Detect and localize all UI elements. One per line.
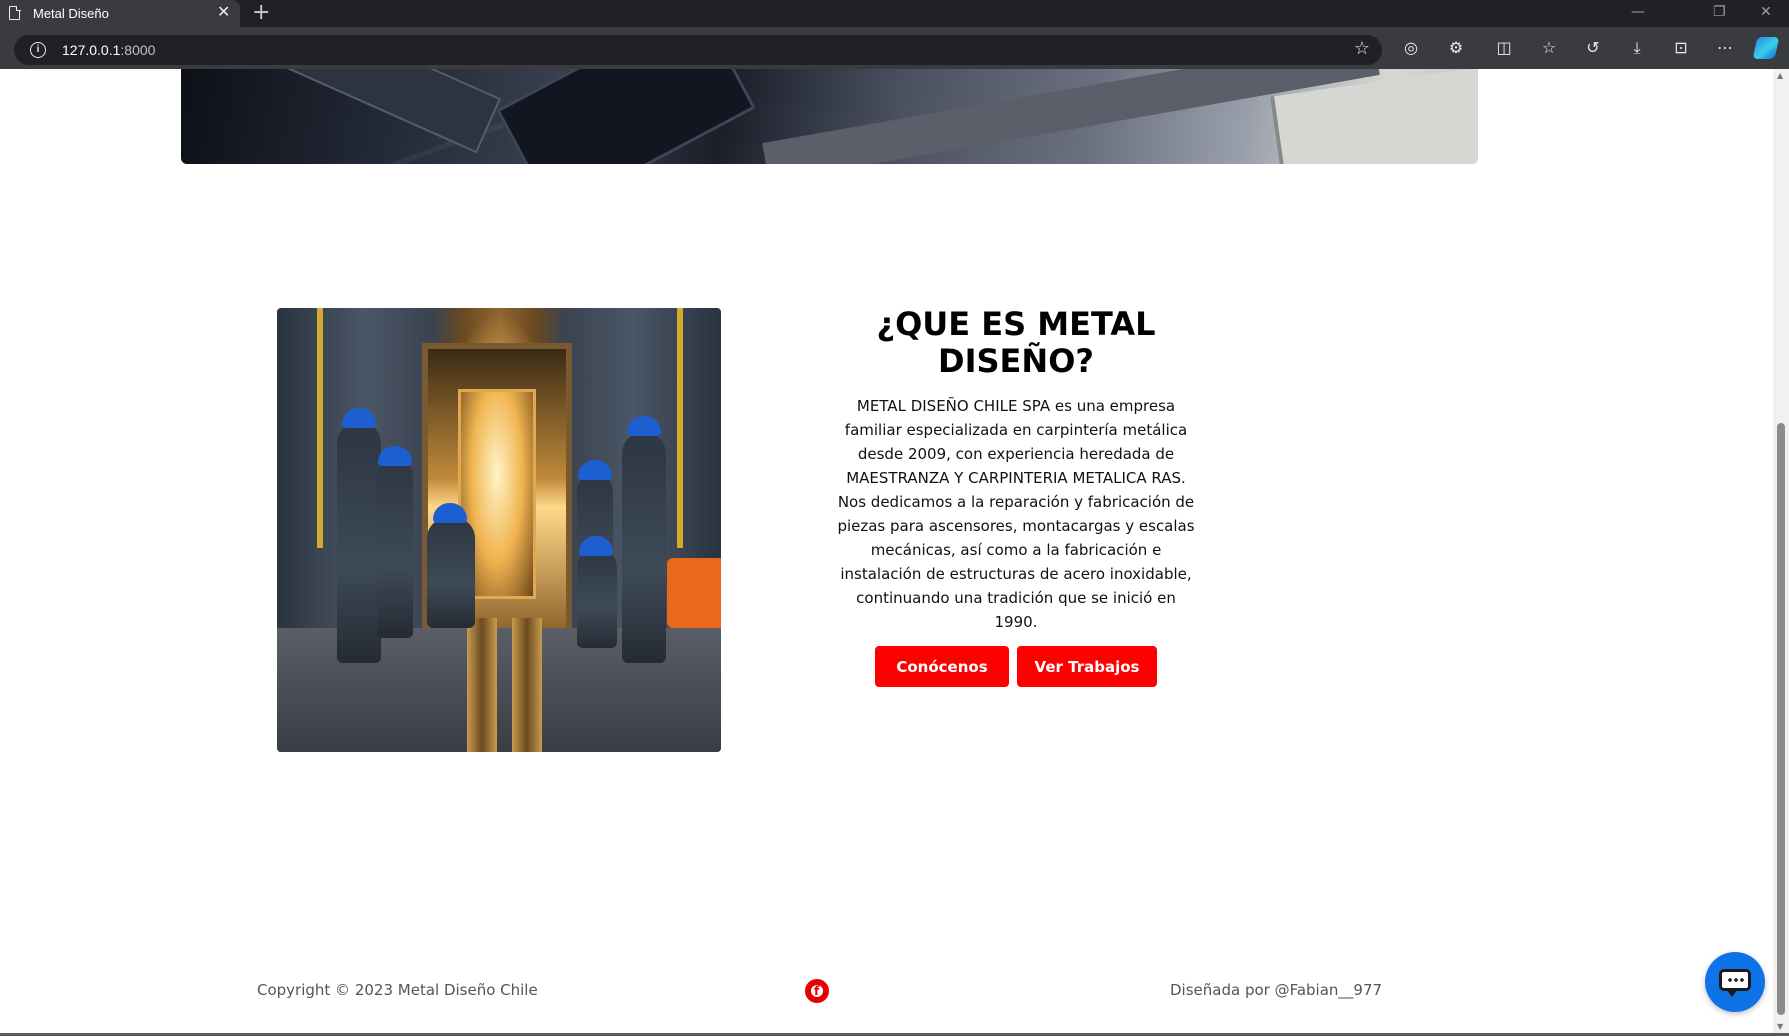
copilot-icon[interactable] xyxy=(1752,37,1780,59)
site-info-icon[interactable]: i xyxy=(30,42,46,58)
address-bar[interactable]: i 127.0.0.1:8000 ☆ xyxy=(14,35,1382,65)
elevator-workers-image xyxy=(277,308,721,752)
minimize-window-button[interactable]: — xyxy=(1631,4,1645,20)
hero-banner-image xyxy=(181,69,1478,164)
download-icon[interactable]: ⤓ xyxy=(1627,38,1647,58)
favorites-icon[interactable]: ☆ xyxy=(1539,38,1559,58)
conocenos-button[interactable]: Conócenos xyxy=(875,646,1009,687)
close-tab-icon[interactable]: ✕ xyxy=(217,3,230,23)
facebook-icon[interactable] xyxy=(805,979,829,1003)
url-text[interactable]: 127.0.0.1:8000 xyxy=(62,42,155,58)
url-port: :8000 xyxy=(120,42,156,58)
close-window-button[interactable]: ✕ xyxy=(1760,4,1772,20)
screenshot-icon[interactable]: ⊡ xyxy=(1671,38,1691,58)
favorite-star-icon[interactable]: ☆ xyxy=(1354,38,1370,59)
new-tab-button[interactable]: + xyxy=(252,1,270,25)
history-icon[interactable]: ↺ xyxy=(1583,38,1603,58)
about-description: METAL DISEÑO CHILE SPA es una empresa fa… xyxy=(837,397,1195,631)
about-heading: ¿QUE ES METAL DISEÑO? xyxy=(876,305,1156,380)
about-section: ¿QUE ES METAL DISEÑO? METAL DISEÑO CHILE… xyxy=(833,306,1199,687)
browser-toolbar: i 127.0.0.1:8000 ☆ ◎ ⚙ ◫ ☆ ↺ ⤓ ⊡ ⋯ xyxy=(0,27,1789,69)
more-options-icon[interactable]: ⋯ xyxy=(1715,38,1735,58)
tab-title: Metal Diseño xyxy=(33,6,109,21)
browser-tab-strip: Metal Diseño ✕ + — ❐ ✕ xyxy=(0,0,1789,27)
scrollbar-thumb[interactable] xyxy=(1777,423,1785,1015)
url-host: 127.0.0.1 xyxy=(62,42,121,58)
page-scrollbar[interactable]: ▲ ▼ xyxy=(1773,69,1789,1033)
extensions-icon[interactable]: ⚙ xyxy=(1446,38,1466,58)
page-icon xyxy=(9,5,21,20)
page-viewport: ¿QUE ES METAL DISEÑO? METAL DISEÑO CHILE… xyxy=(0,69,1789,1033)
footer-credit: Diseñada por @Fabian__977 xyxy=(1170,981,1383,999)
scroll-up-icon[interactable]: ▲ xyxy=(1777,71,1783,80)
browser-tab[interactable]: Metal Diseño ✕ xyxy=(0,0,240,27)
scroll-down-icon[interactable]: ▼ xyxy=(1777,1022,1783,1031)
restore-window-button[interactable]: ❐ xyxy=(1713,4,1726,20)
ver-trabajos-button[interactable]: Ver Trabajos xyxy=(1017,646,1157,687)
tracking-prevention-icon[interactable]: ◎ xyxy=(1401,38,1421,58)
chat-button[interactable] xyxy=(1705,952,1765,1012)
about-buttons: Conócenos Ver Trabajos xyxy=(833,646,1199,687)
footer-copyright: Copyright © 2023 Metal Diseño Chile xyxy=(257,981,538,999)
chat-icon xyxy=(1719,969,1751,997)
page-footer: Copyright © 2023 Metal Diseño Chile Dise… xyxy=(0,976,1789,1006)
split-screen-icon[interactable]: ◫ xyxy=(1494,38,1514,58)
